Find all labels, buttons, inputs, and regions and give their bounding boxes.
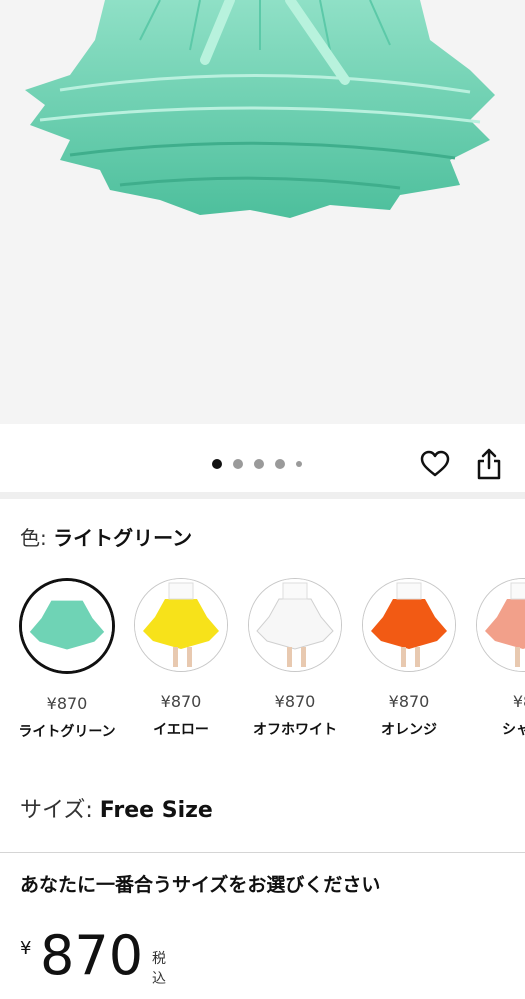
price-currency: ¥	[20, 938, 32, 959]
color-swatch[interactable]: ¥870 イエロー	[124, 578, 238, 739]
size-divider	[0, 852, 525, 853]
size-label: サイズ: Free Size	[20, 792, 213, 824]
color-label-key: 色:	[20, 526, 47, 550]
swatch-name: オフホワイト	[253, 722, 337, 738]
color-swatch-list: ¥870 ライトグリーン ¥870 イエロー ¥870 オフホワイト ¥870 オレンジ ¥8 シ…	[0, 578, 525, 748]
swatch-name: シャン	[502, 722, 525, 738]
share-icon	[477, 448, 501, 480]
swatch-name: ライトグリーン	[18, 724, 116, 740]
gallery-dot[interactable]	[254, 459, 264, 469]
swatch-price: ¥870	[388, 692, 430, 711]
swatch-price: ¥870	[274, 692, 316, 711]
size-value: Free Size	[99, 798, 213, 823]
gallery-pager[interactable]	[212, 458, 302, 470]
section-divider	[0, 492, 525, 499]
color-label: 色: ライトグリーン	[20, 522, 192, 551]
skirt-thumbnail-icon	[363, 579, 455, 671]
swatch-thumbnail[interactable]	[248, 578, 342, 672]
size-help-text[interactable]: あなたに一番合うサイズをお選びください	[20, 870, 380, 897]
size-label-key: サイズ:	[20, 798, 93, 823]
skirt-thumbnail-icon	[22, 581, 112, 671]
petticoat-image	[25, 0, 495, 218]
color-swatch[interactable]: ¥870 ライトグリーン	[10, 578, 124, 741]
swatch-thumbnail[interactable]	[134, 578, 228, 672]
heart-icon	[420, 450, 450, 477]
gallery-dot[interactable]	[296, 461, 302, 467]
gallery-dot[interactable]	[275, 459, 285, 469]
price-amount: 870	[40, 924, 144, 987]
gallery-dot[interactable]	[233, 459, 243, 469]
favorite-button[interactable]	[418, 447, 452, 481]
swatch-price: ¥8	[512, 692, 525, 711]
swatch-thumbnail[interactable]	[19, 578, 115, 674]
swatch-name: オレンジ	[381, 722, 437, 738]
share-button[interactable]	[472, 447, 506, 481]
skirt-thumbnail-icon	[249, 579, 341, 671]
color-swatch[interactable]: ¥870 オレンジ	[352, 578, 466, 739]
tax-note: 税込	[152, 951, 166, 987]
swatch-thumbnail[interactable]	[362, 578, 456, 672]
swatch-name: イエロー	[153, 722, 209, 738]
skirt-thumbnail-icon	[477, 579, 525, 671]
color-swatch[interactable]: ¥8 シャン	[466, 578, 525, 739]
gallery-dot[interactable]	[212, 459, 222, 469]
selected-color: ライトグリーン	[53, 526, 193, 550]
swatch-price: ¥870	[46, 694, 88, 713]
skirt-thumbnail-icon	[135, 579, 227, 671]
swatch-price: ¥870	[160, 692, 202, 711]
product-image[interactable]	[0, 0, 525, 424]
swatch-thumbnail[interactable]	[476, 578, 525, 672]
color-swatch[interactable]: ¥870 オフホワイト	[238, 578, 352, 739]
